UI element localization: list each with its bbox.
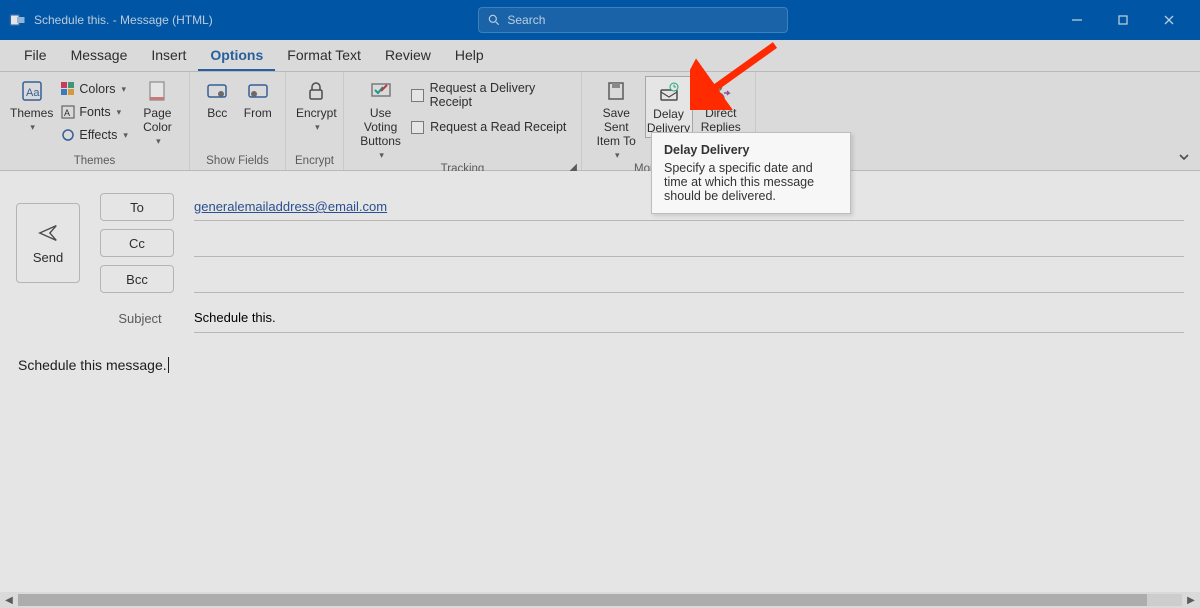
maximize-button[interactable] [1100,0,1146,40]
palette-icon [61,82,75,96]
window-controls [1054,0,1192,40]
voting-buttons-button[interactable]: Use Voting Buttons ▾ [352,76,409,163]
recipient-chip[interactable]: generalemailaddress@email.com [194,199,387,214]
to-button[interactable]: To [100,193,174,221]
ribbon-tabs: File Message Insert Options Format Text … [0,40,1200,72]
tab-file[interactable]: File [12,41,59,71]
fonts-button[interactable]: A Fonts▾ [57,101,132,123]
checkbox-icon [411,121,424,134]
close-button[interactable] [1146,0,1192,40]
delivery-receipt-checkbox[interactable]: Request a Delivery Receipt [411,84,573,106]
themes-icon: Aa [20,78,44,104]
lock-icon [304,78,328,104]
send-icon [37,222,59,244]
effects-icon [61,128,75,142]
tab-format-text[interactable]: Format Text [275,41,373,71]
page-color-button[interactable]: Page Color ▾ [134,76,181,149]
scroll-left-icon[interactable]: ◀ [2,593,16,607]
group-themes: Aa Themes ▾ Colors▾ A Fonts▾ Effects▾ [0,72,190,170]
ribbon: Aa Themes ▾ Colors▾ A Fonts▾ Effects▾ [0,72,1200,171]
message-body[interactable]: Schedule this message. [16,357,1184,373]
direct-replies-icon [709,78,733,104]
svg-text:A: A [64,108,70,118]
direct-replies-button[interactable]: Direct Replies To [695,76,748,150]
bcc-icon [205,78,229,104]
from-button[interactable]: From [239,76,278,122]
tab-insert[interactable]: Insert [139,41,198,71]
group-more-options: Save Sent Item To ▾ Delay Delivery Direc… [582,72,756,170]
bcc-button[interactable]: Bcc [100,265,174,293]
search-input[interactable]: Search [478,7,788,33]
bcc-button[interactable]: Bcc [198,76,237,122]
subject-field[interactable]: Schedule this. [194,303,1184,333]
minimize-button[interactable] [1054,0,1100,40]
save-icon [604,78,628,104]
themes-button[interactable]: Aa Themes ▾ [8,76,55,135]
svg-text:Aa: Aa [26,87,40,99]
group-label-encrypt: Encrypt [294,152,335,170]
title-bar: Schedule this. - Message (HTML) Search [0,0,1200,40]
from-icon [246,78,270,104]
delay-delivery-button[interactable]: Delay Delivery [645,76,693,138]
search-icon [487,13,501,27]
voting-icon [369,78,393,104]
group-tracking: Use Voting Buttons ▾ Request a Delivery … [344,72,582,170]
tab-help[interactable]: Help [443,41,496,71]
read-receipt-checkbox[interactable]: Request a Read Receipt [411,116,573,138]
checkbox-icon [411,89,423,102]
to-field[interactable]: generalemailaddress@email.com [194,193,1184,221]
bcc-field[interactable] [194,265,1184,293]
collapse-ribbon-button[interactable] [1178,151,1190,166]
group-show-fields: Bcc From Show Fields [190,72,286,170]
compose-pane: Send To generalemailaddress@email.com Cc… [0,171,1200,592]
group-label-themes: Themes [8,152,181,170]
fonts-icon: A [61,105,75,119]
tab-message[interactable]: Message [59,41,140,71]
window-title: Schedule this. - Message (HTML) [34,13,213,27]
search-placeholder: Search [507,13,545,27]
subject-label: Subject [100,311,180,326]
cc-field[interactable] [194,229,1184,257]
send-button[interactable]: Send [16,203,80,283]
effects-button[interactable]: Effects▾ [57,124,132,146]
horizontal-scrollbar[interactable]: ◀ ▶ [0,592,1200,608]
tab-options[interactable]: Options [198,41,275,71]
scroll-right-icon[interactable]: ▶ [1184,593,1198,607]
tab-review[interactable]: Review [373,41,443,71]
page-color-icon [145,78,169,104]
app-icon [8,11,26,29]
encrypt-button[interactable]: Encrypt ▾ [294,76,339,135]
save-sent-item-button[interactable]: Save Sent Item To ▾ [590,76,643,163]
delay-delivery-icon [657,79,681,105]
group-label-show-fields: Show Fields [198,152,277,170]
chevron-down-icon: ▾ [30,122,35,133]
colors-button[interactable]: Colors▾ [57,78,132,100]
cc-button[interactable]: Cc [100,229,174,257]
group-encrypt: Encrypt ▾ Encrypt [286,72,344,170]
